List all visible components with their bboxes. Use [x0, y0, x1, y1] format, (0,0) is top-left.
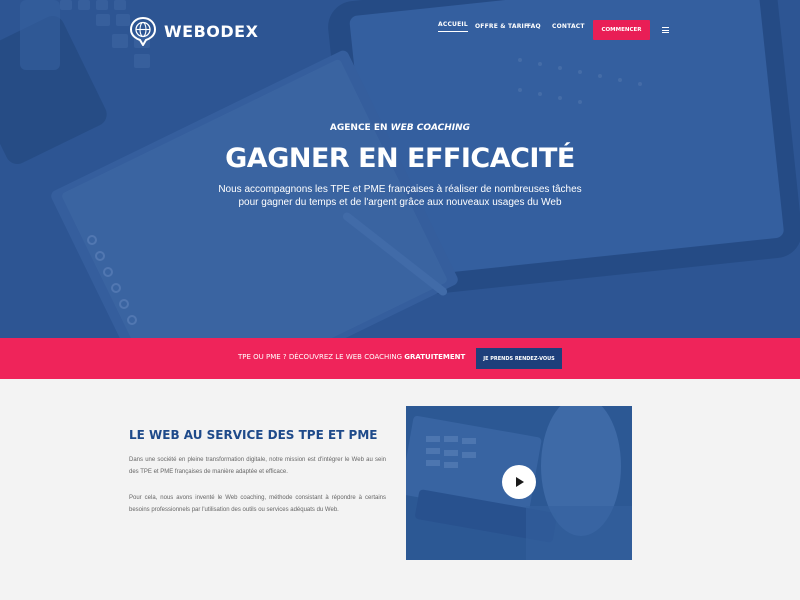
hero-subtitle-line1: Nous accompagnons les TPE et PME françai…: [218, 184, 582, 195]
hamburger-icon[interactable]: [662, 27, 669, 33]
play-button[interactable]: [502, 465, 536, 499]
rendez-vous-button[interactable]: JE PRENDS RENDEZ-VOUS: [476, 348, 562, 369]
intro-paragraph-2: Pour cela, nous avons inventé le Web coa…: [129, 495, 386, 513]
brand-name: WEBODEX: [164, 21, 259, 41]
commencer-button[interactable]: COMMENCER: [593, 20, 650, 40]
hero-subtitle: Nous accompagnons les TPE et PME françai…: [0, 183, 800, 209]
intro-paragraph-1: Dans une société en pleine transformatio…: [129, 457, 386, 475]
nav-item-accueil[interactable]: ACCUEIL: [438, 21, 468, 32]
kicker-prefix: AGENCE EN: [329, 123, 388, 133]
kicker-emphasis: WEB COACHING: [390, 123, 471, 133]
top-navigation: WEBODEX ACCUEIL OFFRE & TARIF FAQ CONTAC…: [0, 0, 800, 60]
section-title: LE WEB AU SERVICE DES TPE ET PME: [129, 428, 378, 442]
brand-logo[interactable]: WEBODEX: [128, 16, 258, 46]
hero-subtitle-line2: pour gagner du temps et de l'argent grâc…: [238, 197, 562, 208]
hero-section: WEBODEX ACCUEIL OFFRE & TARIF FAQ CONTAC…: [0, 0, 800, 338]
banner-message: TPE OU PME ? DÉCOUVREZ LE WEB COACHING: [238, 353, 403, 361]
hero-headline: GAGNER EN EFFICACITÉ: [225, 143, 575, 174]
globe-pin-icon: [129, 16, 157, 46]
banner-emphasis: GRATUITEMENT: [404, 353, 466, 361]
nav-item-faq[interactable]: FAQ: [527, 23, 541, 30]
nav-item-contact[interactable]: CONTACT: [552, 23, 585, 30]
banner-text: TPE OU PME ? DÉCOUVREZ LE WEB COACHING G…: [238, 353, 465, 361]
hero-kicker: AGENCE EN WEB COACHING: [0, 123, 800, 133]
promo-banner: TPE OU PME ? DÉCOUVREZ LE WEB COACHING G…: [0, 338, 800, 379]
nav-item-offre-tarif[interactable]: OFFRE & TARIF: [475, 23, 528, 30]
play-icon: [516, 477, 524, 487]
